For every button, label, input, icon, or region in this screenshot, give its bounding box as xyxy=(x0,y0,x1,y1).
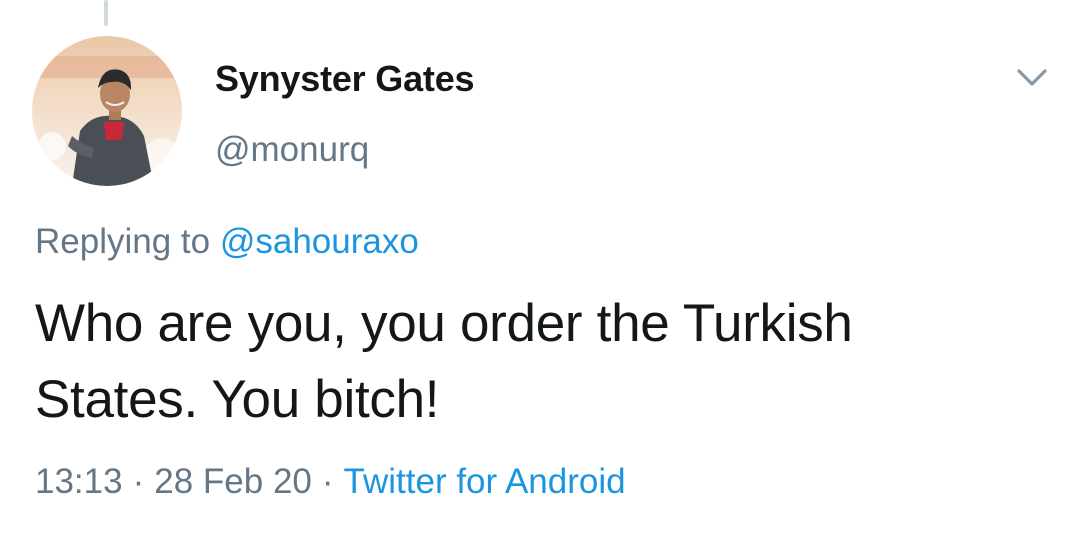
tweet-source-link[interactable]: Twitter for Android xyxy=(344,462,626,501)
avatar[interactable] xyxy=(32,36,182,186)
tweet-meta: 13:13 · 28 Feb 20 · Twitter for Android xyxy=(35,462,626,502)
display-name[interactable]: Synyster Gates xyxy=(215,58,475,100)
replying-to-mention-link[interactable]: @sahouraxo xyxy=(220,222,419,261)
meta-separator: · xyxy=(321,462,334,501)
avatar-image xyxy=(32,36,182,186)
replying-to-line: Replying to @sahouraxo xyxy=(35,222,419,262)
tweet-time: 13:13 xyxy=(35,462,123,501)
chevron-down-icon[interactable] xyxy=(1014,62,1050,92)
tweet-text-line: States. You bitch! xyxy=(35,370,440,429)
user-handle[interactable]: @monurq xyxy=(215,130,369,170)
meta-separator: · xyxy=(132,462,145,501)
tweet-date: 28 Feb 20 xyxy=(154,462,312,501)
tweet-text-line: Who are you, you order the Turkish xyxy=(35,294,853,353)
replying-to-label: Replying to xyxy=(35,222,211,261)
tweet-text: Who are you, you order the Turkish State… xyxy=(35,286,1045,438)
thread-connector-line xyxy=(104,0,108,26)
